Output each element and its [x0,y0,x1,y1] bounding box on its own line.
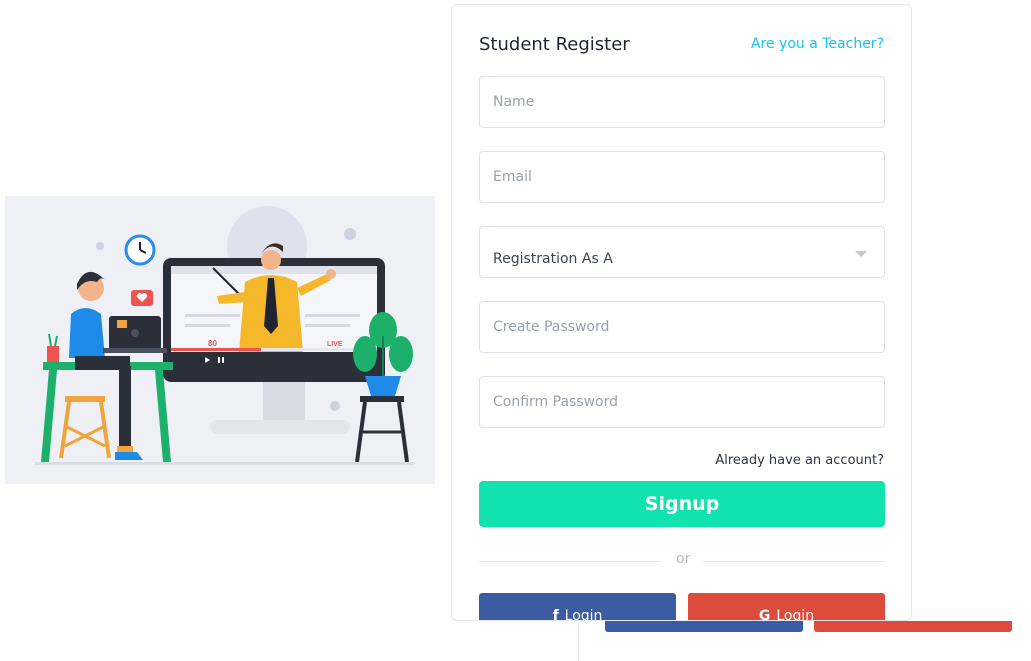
layout-artifact-line [578,621,579,661]
facebook-login-label: Login [564,608,603,621]
email-field-wrapper [479,151,885,203]
divider-left [479,561,661,562]
facebook-button-overflow [605,621,803,632]
create-password-wrapper [479,301,885,353]
create-password-input[interactable] [480,302,884,352]
name-input[interactable] [480,77,884,127]
google-icon: G [758,608,771,621]
live-badge: LIVE [327,341,343,348]
online-class-illustration: 80 LIVE [5,196,435,484]
name-field-wrapper [479,76,885,128]
registration-select[interactable]: Registration As A [479,226,885,278]
divider-right [703,561,885,562]
register-card: Student Register Are you a Teacher? Regi… [451,4,912,621]
viewer-count: 80 [208,339,217,348]
signup-button[interactable]: Signup [479,481,885,527]
google-login-button[interactable]: G Login [688,593,885,621]
page-title: Student Register [479,34,630,55]
chevron-down-icon [855,251,867,257]
confirm-password-wrapper [479,376,885,428]
facebook-icon: f [552,608,559,621]
facebook-login-button[interactable]: f Login [479,593,676,621]
clock-icon [124,234,156,266]
teacher-register-link[interactable]: Are you a Teacher? [751,36,884,52]
registration-select-label: Registration As A [493,251,613,267]
illustration-svg: 80 LIVE [35,206,415,465]
google-login-label: Login [776,608,815,621]
google-button-overflow [814,621,1012,632]
email-input[interactable] [480,152,884,202]
confirm-password-input[interactable] [480,377,884,427]
divider-or: or [676,551,691,567]
already-have-account-link[interactable]: Already have an account? [715,453,884,468]
